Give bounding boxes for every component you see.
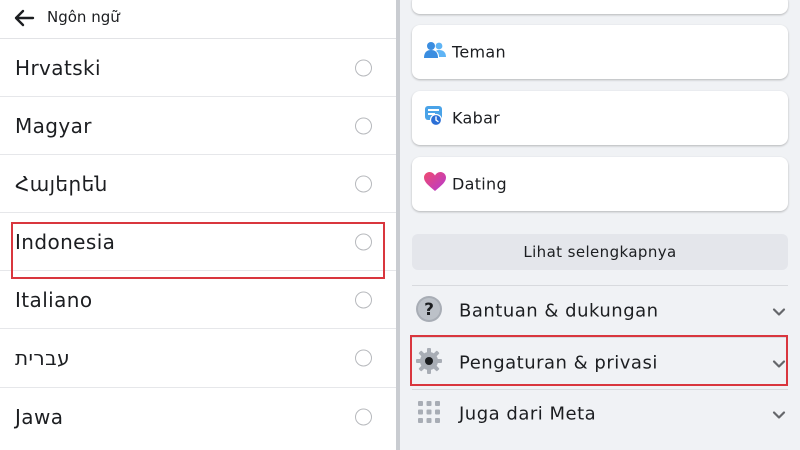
language-header: Ngôn ngữ [0, 0, 396, 39]
section-label: Juga dari Meta [459, 403, 597, 425]
arrow-left-icon [14, 9, 35, 27]
language-option-indonesia[interactable]: Indonesia [0, 213, 396, 272]
section-divider [412, 389, 788, 390]
menu-also-from-meta[interactable]: Juga dari Meta [400, 391, 800, 437]
shortcut-teman[interactable]: Teman [412, 25, 788, 79]
radio-button[interactable] [355, 349, 372, 367]
shortcut-dating[interactable]: Dating [412, 157, 788, 211]
language-label: Italiano [15, 287, 93, 312]
language-label: Hrvatski [15, 55, 101, 80]
radio-button[interactable] [355, 291, 372, 309]
language-label: Magyar [15, 113, 92, 138]
language-label: Indonesia [15, 229, 116, 254]
back-button[interactable] [10, 5, 38, 31]
language-label: Jawa [15, 404, 64, 429]
chevron-down-icon [772, 302, 786, 321]
svg-text:?: ? [424, 300, 434, 320]
shortcut-label: Dating [452, 174, 507, 194]
language-panel: Ngôn ngữ Hrvatski Magyar Հայերեն Indones… [0, 0, 396, 450]
language-option-armenian[interactable]: Հայերեն [0, 155, 396, 214]
radio-button[interactable] [355, 233, 372, 251]
language-option-hrvatski[interactable]: Hrvatski [0, 39, 396, 98]
language-list: Hrvatski Magyar Հայերեն Indonesia Italia… [0, 39, 396, 446]
shortcut-kabar[interactable]: Kabar [412, 91, 788, 145]
language-option-italiano[interactable]: Italiano [0, 271, 396, 330]
settings-gear-icon [415, 347, 443, 379]
menu-panel: Teman Kabar Dating Lihat selengkapnya ? … [400, 0, 800, 450]
radio-button[interactable] [355, 117, 372, 135]
section-label: Pengaturan & privasi [459, 352, 658, 374]
section-label: Bantuan & dukungan [459, 300, 659, 322]
chevron-down-icon [772, 405, 786, 424]
shortcut-label: Kabar [452, 108, 501, 128]
radio-button[interactable] [355, 175, 372, 193]
dating-heart-icon [424, 172, 446, 196]
chevron-down-icon [772, 354, 786, 373]
page-title: Ngôn ngữ [47, 8, 120, 26]
radio-button[interactable] [355, 59, 372, 77]
language-label: עברית [15, 346, 70, 371]
shortcut-card-top [412, 0, 788, 14]
language-option-magyar[interactable]: Magyar [0, 97, 396, 156]
language-label: Հայերեն [15, 171, 108, 196]
menu-help-support[interactable]: ? Bantuan & dukungan [400, 288, 800, 334]
radio-button[interactable] [355, 408, 372, 426]
language-option-jawa[interactable]: Jawa [0, 388, 396, 446]
section-divider [412, 285, 788, 286]
friends-icon [424, 41, 446, 63]
see-more-button[interactable]: Lihat selengkapnya [412, 234, 788, 270]
menu-settings-privacy[interactable]: Pengaturan & privasi [400, 340, 800, 386]
language-option-hebrew[interactable]: עברית [0, 329, 396, 388]
shortcut-label: Teman [452, 42, 506, 62]
help-question-icon: ? [415, 295, 443, 327]
grid-apps-icon [415, 398, 443, 430]
news-feed-icon [424, 105, 444, 131]
section-divider [412, 337, 788, 338]
